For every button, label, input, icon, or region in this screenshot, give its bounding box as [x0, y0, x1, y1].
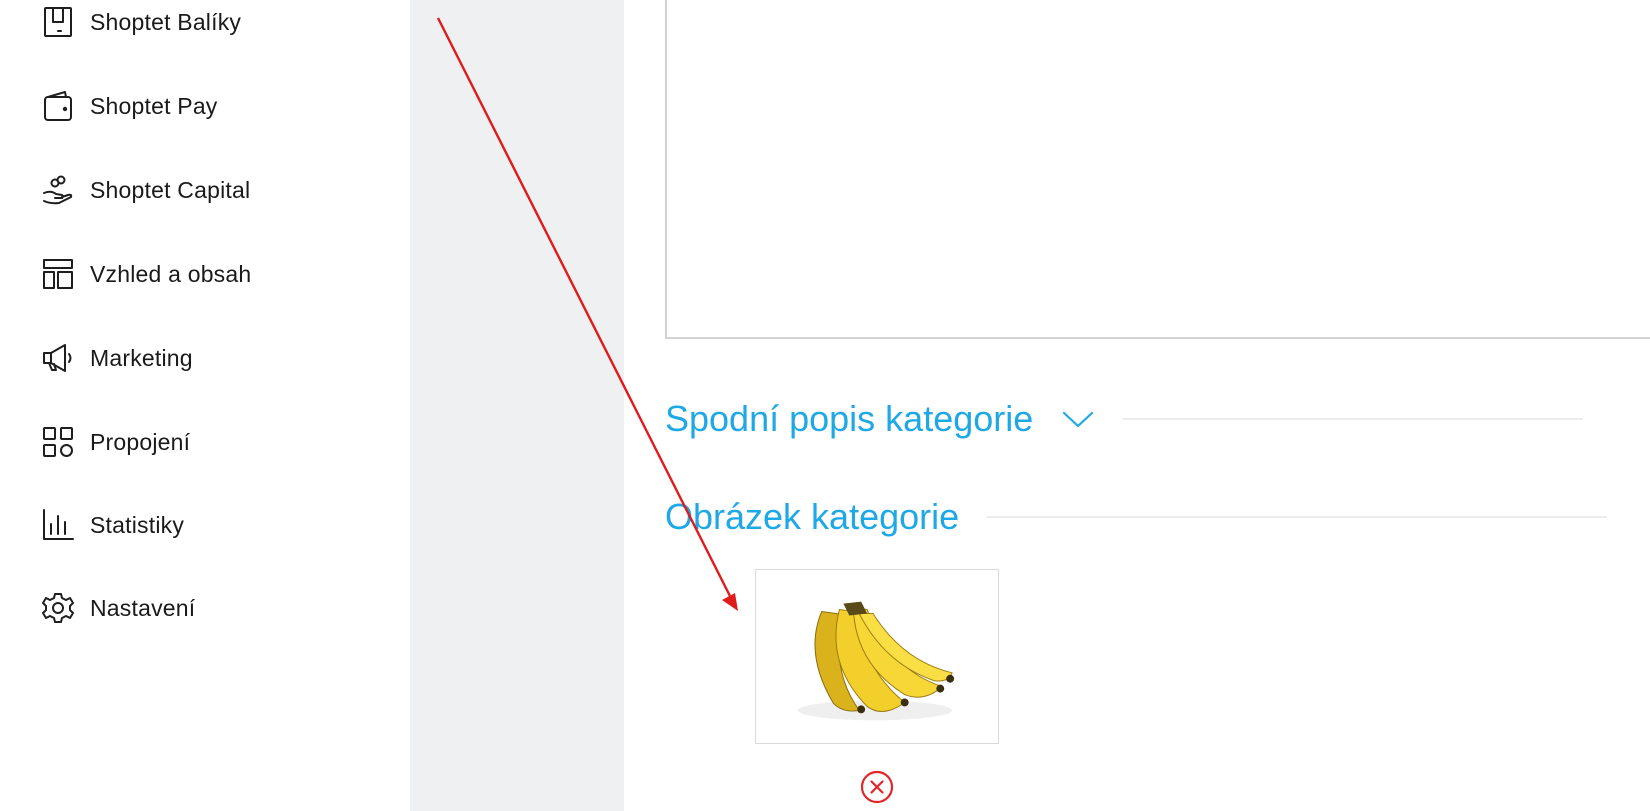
sidebar-item-nastaveni[interactable]: Nastavení	[40, 588, 400, 628]
sidebar-item-label: Propojení	[90, 428, 191, 455]
sidebar-item-shoptet-capital[interactable]: Shoptet Capital	[40, 170, 400, 210]
banana-image	[797, 601, 955, 721]
category-image-section: Obrázek kategorie	[665, 496, 1608, 538]
sidebar-item-label: Shoptet Balíky	[90, 8, 242, 35]
text-editor-area[interactable]	[665, 0, 1650, 339]
sidebar-item-marketing[interactable]: Marketing	[40, 338, 400, 378]
category-image-thumbnail[interactable]	[755, 569, 999, 744]
section-divider	[1123, 418, 1584, 420]
sidebar-item-statistiky[interactable]: Statistiky	[40, 505, 400, 545]
sidebar-item-label: Shoptet Pay	[90, 92, 218, 119]
sidebar-item-label: Statistiky	[90, 511, 185, 538]
package-icon	[40, 4, 76, 40]
hand-coins-icon	[40, 172, 76, 208]
remove-image-button[interactable]	[860, 770, 894, 804]
gear-icon	[40, 590, 76, 626]
apps-grid-icon	[40, 424, 76, 460]
bottom-description-section[interactable]: Spodní popis kategorie	[665, 398, 1584, 440]
sidebar-item-label: Vzhled a obsah	[90, 260, 252, 287]
sidebar-item-vzhled-a-obsah[interactable]: Vzhled a obsah	[40, 254, 400, 294]
section-title: Obrázek kategorie	[665, 496, 960, 537]
remove-circle-icon	[860, 770, 894, 804]
megaphone-icon	[40, 340, 76, 376]
wallet-icon	[40, 88, 76, 124]
sidebar-item-label: Shoptet Capital	[90, 176, 251, 203]
layout-icon	[40, 256, 76, 292]
sidebar-item-shoptet-pay[interactable]: Shoptet Pay	[40, 86, 400, 126]
chevron-down-icon[interactable]	[1061, 409, 1095, 429]
section-title: Spodní popis kategorie	[665, 398, 1034, 439]
sidebar-item-propojeni[interactable]: Propojení	[40, 422, 400, 462]
sidebar: Shoptet Balíky Shoptet Pay Shoptet Capit…	[0, 0, 410, 811]
sidebar-item-label: Nastavení	[90, 594, 196, 621]
content-gutter	[410, 0, 624, 811]
sidebar-item-shoptet-baliky[interactable]: Shoptet Balíky	[40, 2, 400, 42]
section-divider	[987, 516, 1608, 518]
bar-chart-icon	[40, 507, 76, 543]
sidebar-item-label: Marketing	[90, 344, 193, 371]
